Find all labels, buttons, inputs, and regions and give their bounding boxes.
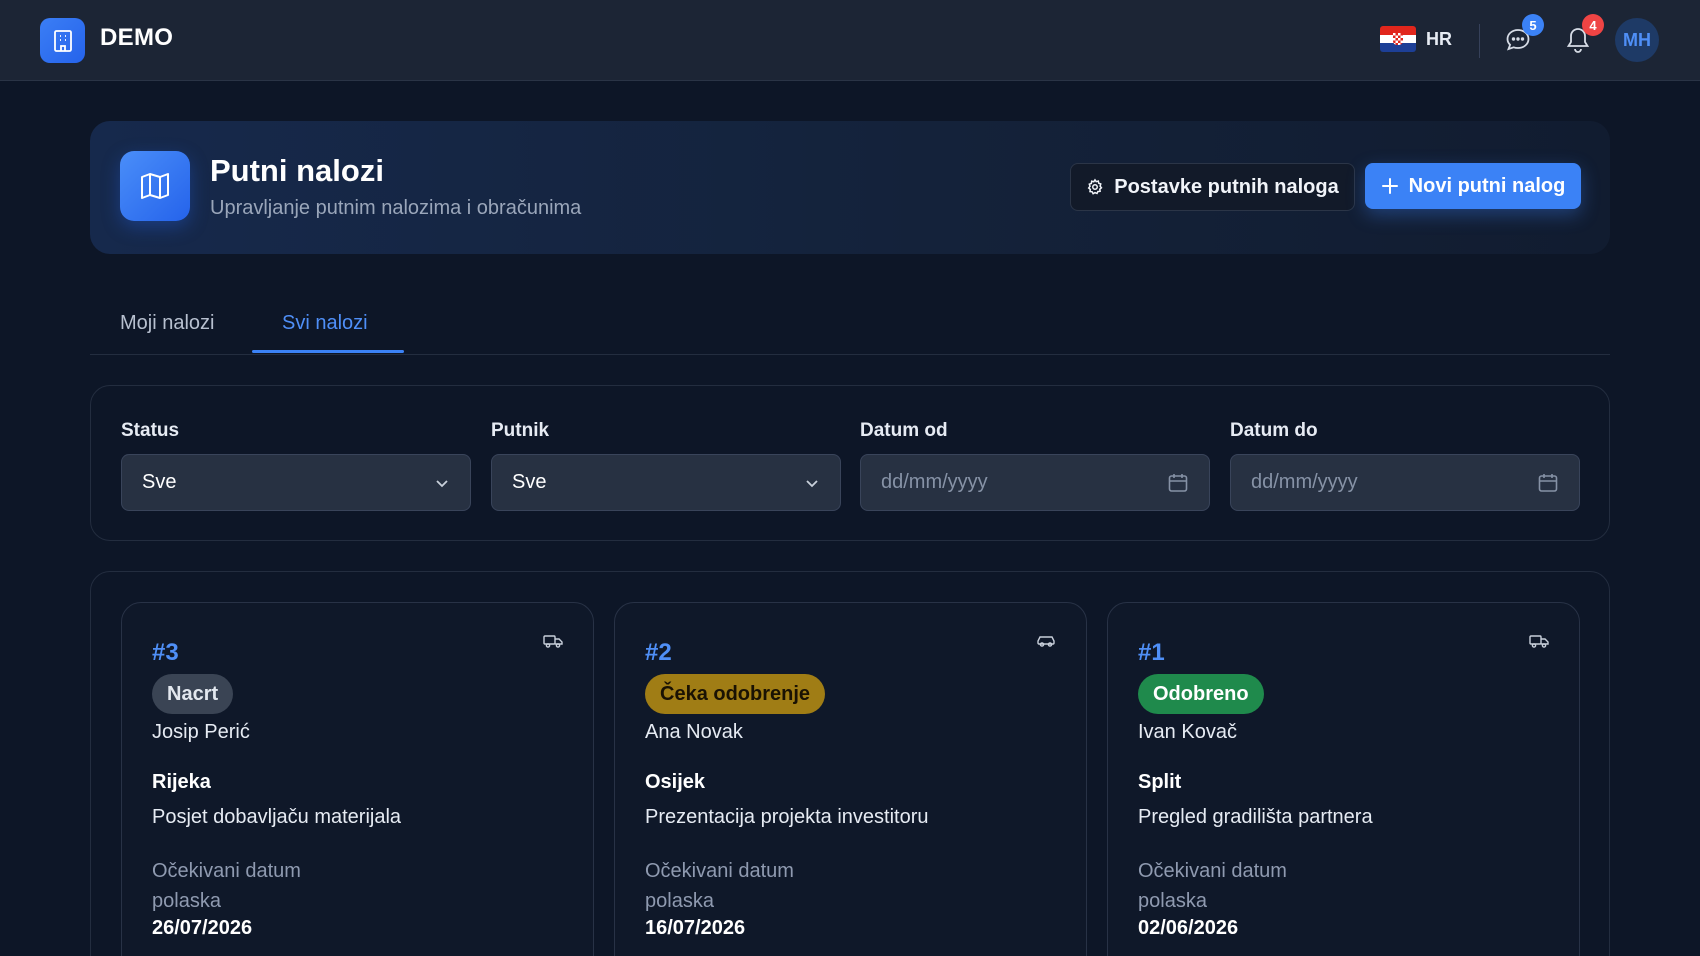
plus-icon [1381, 178, 1398, 194]
traveler-select-value: Sve [512, 471, 547, 493]
date-from-placeholder: dd/mm/yyyy [881, 471, 988, 493]
date-to-placeholder: dd/mm/yyyy [1251, 471, 1358, 493]
tab-all-orders[interactable]: Svi nalozi [282, 312, 368, 335]
trip-purpose: Prezentacija projekta investitoru [645, 806, 929, 828]
traveler-name: Ivan Kovač [1138, 721, 1237, 743]
chevron-down-icon [806, 479, 818, 487]
new-travel-order-button[interactable]: Novi putni nalog [1365, 163, 1581, 209]
chevron-down-icon [436, 479, 448, 487]
brand-name[interactable]: DEMO [100, 24, 173, 52]
divider [1479, 24, 1480, 58]
messages-button[interactable]: 5 [1498, 14, 1544, 60]
departure-date-label: Očekivani datum polaska [152, 860, 301, 912]
tab-my-orders[interactable]: Moji nalozi [120, 312, 214, 335]
traveler-filter-label: Putnik [491, 420, 550, 441]
destination-city: Rijeka [152, 771, 211, 793]
status-badge: Odobreno [1138, 674, 1264, 714]
departure-date: 16/07/2026 [645, 917, 746, 939]
destination-city: Split [1138, 771, 1182, 793]
status-filter-label: Status [121, 420, 180, 441]
travel-order-card[interactable]: #3 Nacrt Josip Perić Rijeka Posjet dobav… [121, 602, 594, 956]
building-logo-icon[interactable] [40, 18, 85, 63]
departure-date: 02/06/2026 [1138, 917, 1239, 939]
settings-button-label: Postavke putnih naloga [1114, 175, 1339, 198]
user-avatar[interactable]: MH [1615, 18, 1659, 62]
destination-city: Osijek [645, 771, 706, 793]
travel-order-settings-button[interactable]: Postavke putnih naloga [1070, 163, 1355, 211]
status-badge: Čeka odobrenje [645, 674, 826, 714]
active-tab-indicator [252, 350, 404, 353]
trip-purpose: Pregled gradilišta partnera [1138, 806, 1373, 828]
travel-order-card[interactable]: #1 Odobreno Ivan Kovač Split Pregled gra… [1107, 602, 1580, 956]
departure-date-label: Očekivani datum polaska [645, 860, 794, 912]
top-bar: DEMO HR 5 4 MH [0, 0, 1700, 81]
status-select-value: Sve [142, 471, 177, 493]
trip-purpose: Posjet dobavljaču materijala [152, 806, 402, 828]
croatia-flag-icon [1380, 26, 1416, 52]
status-badge: Nacrt [152, 674, 234, 714]
filters-panel: Status Sve Putnik Sve Datum od dd/mm/yyy… [90, 385, 1610, 541]
messages-count-badge: 5 [1522, 14, 1544, 36]
order-number: #3 [152, 639, 179, 666]
calendar-icon[interactable] [1537, 472, 1559, 494]
status-select[interactable]: Sve [121, 454, 471, 511]
date-to-input[interactable]: dd/mm/yyyy [1230, 454, 1580, 511]
departure-date-label: Očekivani datum polaska [1138, 860, 1287, 912]
truck-icon [543, 635, 563, 648]
map-icon [120, 151, 190, 221]
tab-bar: Moji nalozi Svi nalozi [90, 300, 1610, 355]
language-selector[interactable]: HR [1380, 26, 1452, 52]
traveler-name: Ana Novak [645, 721, 743, 743]
calendar-icon[interactable] [1167, 472, 1189, 494]
travel-order-card[interactable]: #2 Čeka odobrenje Ana Novak Osijek Preze… [614, 602, 1087, 956]
date-from-input[interactable]: dd/mm/yyyy [860, 454, 1210, 511]
language-code: HR [1426, 28, 1452, 49]
truck-icon [1529, 635, 1549, 648]
travel-orders-grid: #3 Nacrt Josip Perić Rijeka Posjet dobav… [90, 571, 1610, 956]
new-button-label: Novi putni nalog [1408, 174, 1566, 197]
order-number: #1 [1138, 639, 1165, 666]
page-title: Putni nalozi [210, 153, 384, 188]
car-icon [1037, 636, 1055, 647]
date-to-label: Datum do [1230, 420, 1318, 441]
gear-icon [1087, 178, 1103, 195]
traveler-select[interactable]: Sve [491, 454, 841, 511]
date-from-label: Datum od [860, 420, 948, 441]
page-header: Putni nalozi Upravljanje putnim nalozima… [90, 121, 1610, 254]
order-number: #2 [645, 639, 672, 666]
notifications-count-badge: 4 [1582, 14, 1604, 36]
traveler-name: Josip Perić [152, 721, 250, 743]
departure-date: 26/07/2026 [152, 917, 253, 939]
page-subtitle: Upravljanje putnim nalozima i obračunima [210, 197, 582, 219]
notifications-button[interactable]: 4 [1558, 14, 1604, 60]
